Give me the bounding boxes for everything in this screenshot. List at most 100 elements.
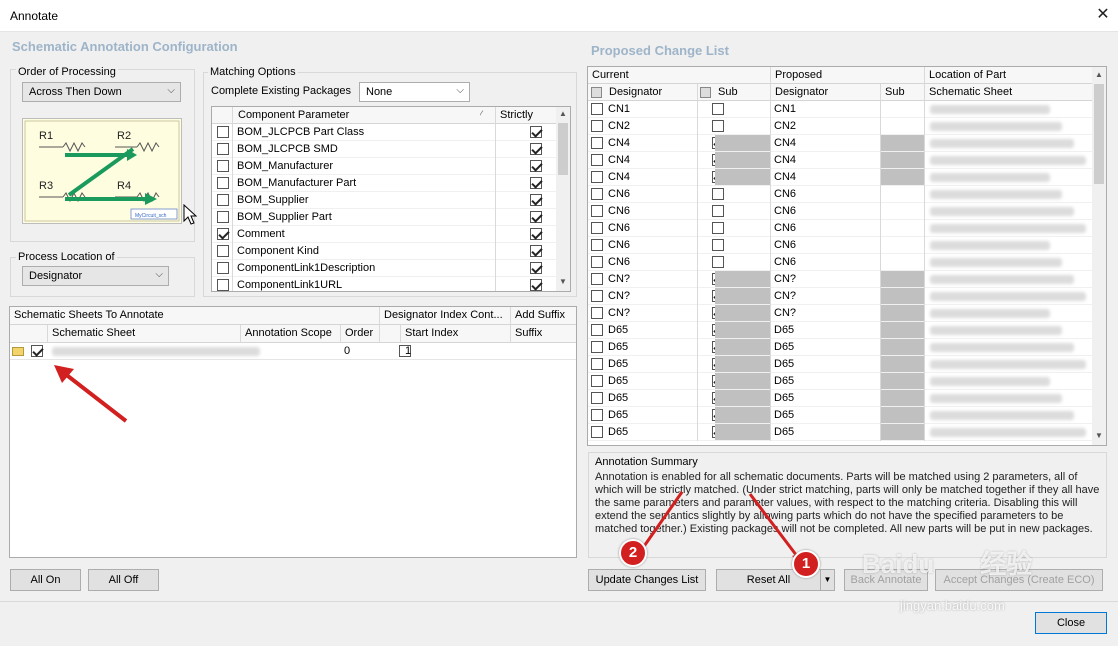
strictly-checkbox[interactable] (530, 160, 542, 173)
lock-checkbox[interactable] (591, 256, 603, 269)
strictly-checkbox[interactable] (530, 211, 542, 224)
parameter-checkbox[interactable] (217, 177, 229, 190)
start-index-value[interactable]: 1 (405, 345, 411, 357)
parameter-col-header[interactable]: Component Parameter (234, 107, 494, 124)
change-row[interactable]: CN4 CN4 (588, 152, 1092, 169)
lock-checkbox[interactable] (591, 239, 603, 252)
change-row[interactable]: CN6 CN6 (588, 203, 1092, 220)
lock-checkbox[interactable] (591, 171, 603, 184)
strictly-checkbox[interactable] (530, 279, 542, 291)
order-dropdown[interactable]: Across Then Down ⌵ (22, 82, 181, 102)
lock-checkbox[interactable] (591, 358, 603, 371)
parameter-checkbox[interactable] (217, 262, 229, 275)
complete-packages-dropdown[interactable]: None ⌵ (359, 82, 470, 102)
lock-checkbox[interactable] (591, 205, 603, 218)
lock-checkbox[interactable] (591, 409, 603, 422)
parameter-scrollbar[interactable]: ▲ ▼ (556, 107, 570, 291)
suffix-col-header[interactable]: Suffix (511, 325, 576, 342)
close-icon[interactable]: ✕ (1092, 4, 1114, 26)
scope-col-header[interactable]: Annotation Scope (241, 325, 341, 342)
sub-lock-checkbox[interactable] (712, 222, 724, 235)
change-row[interactable]: CN6 CN6 (588, 220, 1092, 237)
change-row[interactable]: CN? CN? (588, 271, 1092, 288)
change-row[interactable]: CN? CN? (588, 288, 1092, 305)
parameter-scroll-thumb[interactable] (558, 123, 568, 175)
reset-dropdown-button[interactable]: ▼ (820, 569, 835, 591)
strictly-checkbox[interactable] (530, 177, 542, 190)
sub-lock-checkbox[interactable] (712, 205, 724, 218)
lock-icon[interactable] (591, 87, 602, 98)
sub-lock-checkbox[interactable] (712, 239, 724, 252)
strictly-checkbox[interactable] (530, 262, 542, 275)
parameter-row[interactable]: BOM_Supplier Part (212, 209, 556, 226)
change-row[interactable]: D65 D65 (588, 424, 1092, 441)
lock-icon[interactable] (700, 87, 711, 98)
sub-lock-checkbox[interactable] (712, 120, 724, 133)
lock-checkbox[interactable] (591, 154, 603, 167)
lock-checkbox[interactable] (591, 120, 603, 133)
sub-lock-checkbox[interactable] (712, 256, 724, 269)
lock-checkbox[interactable] (591, 341, 603, 354)
parameter-checkbox[interactable] (217, 279, 229, 291)
parameter-checkbox[interactable] (217, 160, 229, 173)
parameter-checkbox[interactable] (217, 143, 229, 156)
change-row[interactable]: CN1 CN1 (588, 101, 1092, 118)
strictly-checkbox[interactable] (530, 228, 542, 241)
change-row[interactable]: D65 D65 (588, 407, 1092, 424)
change-row[interactable]: CN6 CN6 (588, 186, 1092, 203)
parameter-row[interactable]: Comment (212, 226, 556, 243)
parameter-row[interactable]: BOM_JLCPCB Part Class (212, 124, 556, 141)
lock-checkbox[interactable] (591, 137, 603, 150)
sub-col-header[interactable]: Sub (714, 84, 764, 101)
strictly-checkbox[interactable] (530, 126, 542, 139)
change-row[interactable]: D65 D65 (588, 322, 1092, 339)
lock-checkbox[interactable] (591, 103, 603, 116)
lock-checkbox[interactable] (591, 426, 603, 439)
start-index-col-header[interactable]: Start Index (401, 325, 501, 342)
proposed-designator-header[interactable]: Designator (771, 84, 871, 101)
strictly-col-header[interactable]: Strictly (496, 107, 556, 124)
change-row[interactable]: CN2 CN2 (588, 118, 1092, 135)
parameter-checkbox[interactable] (217, 211, 229, 224)
lock-checkbox[interactable] (591, 273, 603, 286)
all-off-button[interactable]: All Off (88, 569, 159, 591)
parameter-row[interactable]: BOM_Supplier (212, 192, 556, 209)
change-row[interactable]: D65 D65 (588, 339, 1092, 356)
designator-col-header[interactable]: Designator (605, 84, 695, 101)
parameter-checkbox[interactable] (217, 228, 229, 241)
parameter-row[interactable]: Component Kind (212, 243, 556, 260)
sub-lock-checkbox[interactable] (712, 188, 724, 201)
parameter-row[interactable]: ComponentLink1URL (212, 277, 556, 291)
parameter-checkbox[interactable] (217, 126, 229, 139)
change-row[interactable]: CN6 CN6 (588, 237, 1092, 254)
change-list-scroll-thumb[interactable] (1094, 84, 1104, 184)
lock-checkbox[interactable] (591, 290, 603, 303)
lock-checkbox[interactable] (591, 307, 603, 320)
parameter-row[interactable]: BOM_Manufacturer (212, 158, 556, 175)
strictly-checkbox[interactable] (530, 143, 542, 156)
lock-checkbox[interactable] (591, 188, 603, 201)
sheet-col-header[interactable]: Schematic Sheet (48, 325, 238, 342)
schematic-sheet-header[interactable]: Schematic Sheet (925, 84, 1085, 101)
proposed-sub-header[interactable]: Sub (881, 84, 921, 101)
update-changes-button[interactable]: Update Changes List (588, 569, 706, 591)
close-button[interactable]: Close (1035, 612, 1107, 634)
parameter-row[interactable]: BOM_Manufacturer Part (212, 175, 556, 192)
order-col-header[interactable]: Order (341, 325, 381, 342)
change-list-scrollbar[interactable]: ▲ ▼ (1092, 67, 1106, 445)
parameter-row[interactable]: ComponentLink1Description (212, 260, 556, 277)
change-row[interactable]: CN6 CN6 (588, 254, 1092, 271)
change-row[interactable]: CN? CN? (588, 305, 1092, 322)
change-row[interactable]: D65 D65 (588, 373, 1092, 390)
change-row[interactable]: D65 D65 (588, 390, 1092, 407)
parameter-checkbox[interactable] (217, 194, 229, 207)
lock-checkbox[interactable] (591, 222, 603, 235)
parameter-row[interactable]: BOM_JLCPCB SMD (212, 141, 556, 158)
all-on-button[interactable]: All On (10, 569, 81, 591)
change-row[interactable]: D65 D65 (588, 356, 1092, 373)
parameter-checkbox[interactable] (217, 245, 229, 258)
change-row[interactable]: CN4 CN4 (588, 135, 1092, 152)
lock-checkbox[interactable] (591, 375, 603, 388)
strictly-checkbox[interactable] (530, 194, 542, 207)
sub-lock-checkbox[interactable] (712, 103, 724, 116)
